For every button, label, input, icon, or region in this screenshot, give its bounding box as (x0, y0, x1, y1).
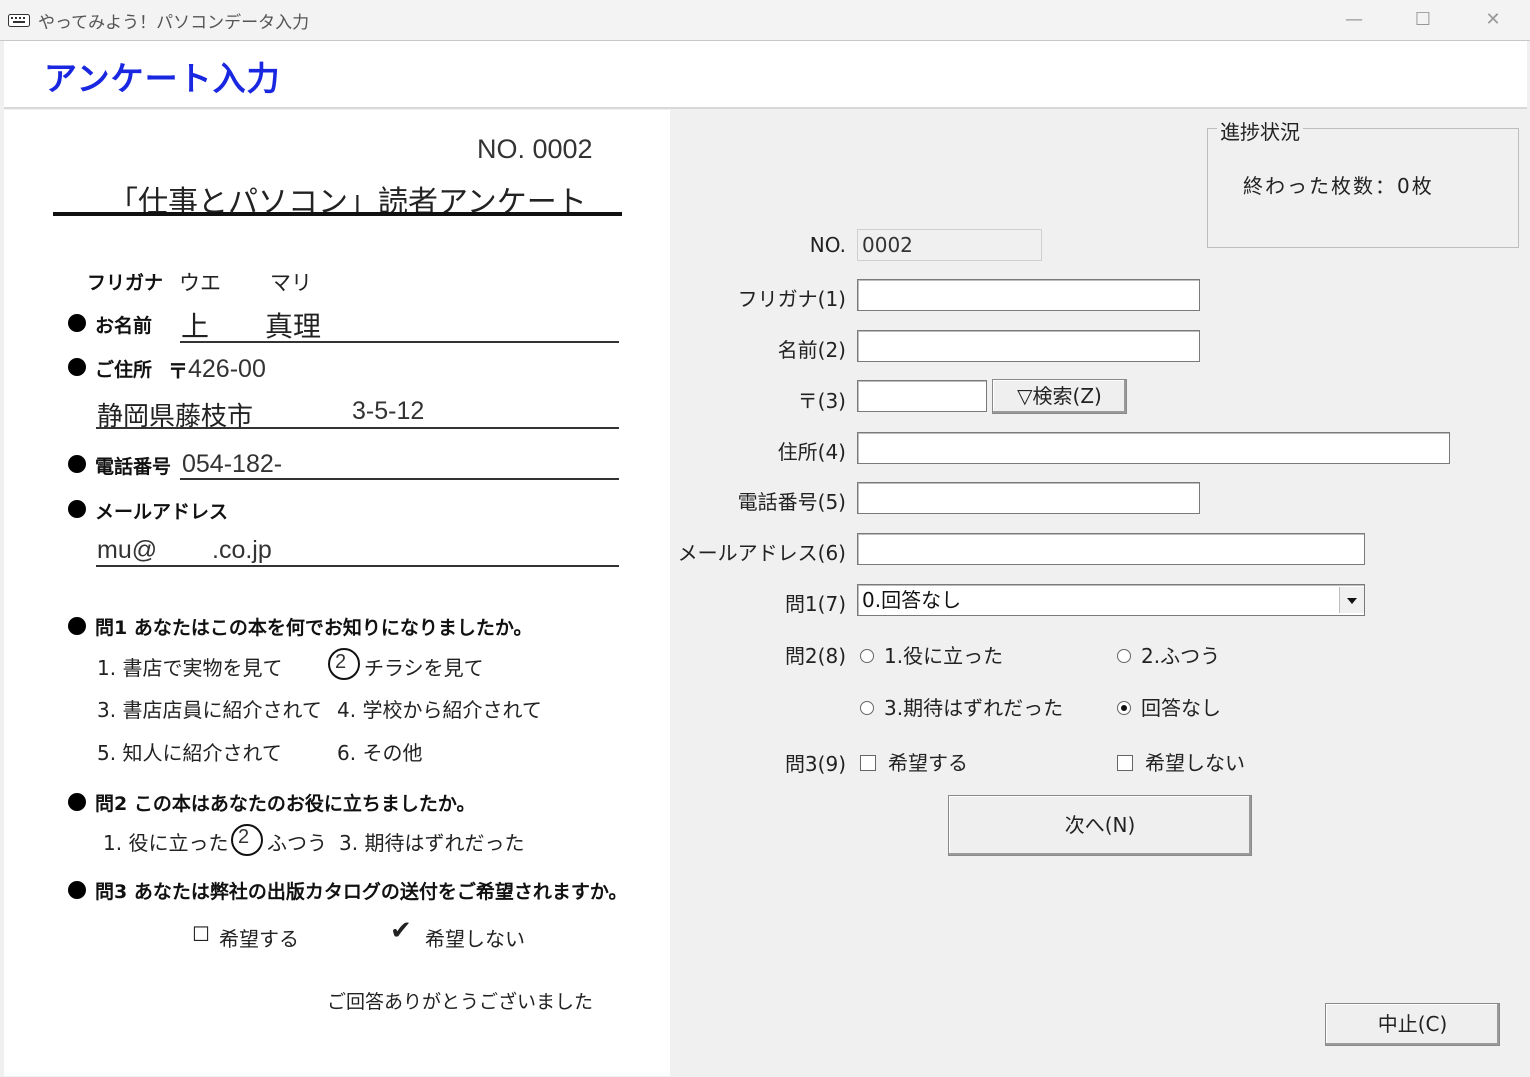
no-field: 0002 (857, 229, 1042, 261)
email-input[interactable] (857, 533, 1365, 565)
paper-email-label: メールアドレス (95, 501, 229, 523)
maximize-button[interactable]: ☐ (1403, 6, 1443, 34)
q2-option-2-label: 2.ふつう (1141, 644, 1221, 668)
paper-q2-opt2-num: 2 (238, 826, 250, 848)
paper-q2-opt1: 1. 役に立った (103, 831, 229, 855)
q3-option-not-want-label: 希望しない (1145, 751, 1245, 775)
q2-option-1[interactable]: 1.役に立った (860, 640, 1003, 669)
paper-q2-opt3: 3. 期待はずれだった (339, 831, 525, 855)
name-underline (180, 341, 619, 343)
paper-phone-label: 電話番号 (95, 456, 172, 478)
cancel-button[interactable]: 中止(C) (1325, 1003, 1500, 1046)
radio-selected-icon[interactable] (1117, 700, 1131, 715)
paper-address-rest: 3-5-12 (352, 397, 425, 425)
paper-q3: 問3 あなたは弊社の出版カタログの送付をご希望されますか。 (95, 881, 628, 903)
no-label: NO. (809, 233, 846, 257)
window-title: やってみよう！パソコンデータ入力 (38, 13, 310, 33)
paper-postal: 426-00 (188, 355, 266, 383)
paper-furigana-last: ウエ (179, 271, 221, 295)
q3-option-not-want[interactable]: 希望しない (1117, 747, 1245, 776)
progress-count: 終わった枚数：0枚 (1243, 174, 1434, 198)
q3-option-want[interactable]: 希望する (860, 747, 968, 776)
title-underline (53, 212, 622, 216)
paper-address-label: ご住所 (95, 359, 153, 381)
paper-no: NO. 0002 (477, 134, 593, 164)
postal-mark: 〒 (168, 359, 188, 383)
q2-label: 問2(8) (784, 644, 846, 668)
paper-q1: 問1 あなたはこの本を何でお知りになりましたか。 (95, 617, 533, 639)
paper-q1-opt2-num: 2 (335, 651, 347, 673)
q2-option-1-label: 1.役に立った (884, 644, 1004, 668)
q2-option-none-label: 回答なし (1141, 696, 1221, 720)
q2-option-3[interactable]: 3.期待はずれだった (860, 692, 1063, 721)
checkbox-icon[interactable] (860, 754, 876, 771)
furigana-label: フリガナ(1) (737, 287, 846, 311)
phone-label: 電話番号(5) (737, 490, 846, 514)
q1-label: 問1(7) (784, 592, 846, 616)
postal-input[interactable] (857, 380, 987, 412)
address-underline (96, 427, 619, 429)
paper-q1-opt3: 3. 書店店員に紹介されて (97, 698, 322, 722)
bullet-icon (68, 314, 86, 332)
paper-name-first: 真理 (265, 310, 322, 343)
check-icon: ✔ (390, 916, 412, 946)
email-underline (96, 565, 619, 567)
paper-furigana-label: フリガナ (87, 272, 164, 294)
paper-email-user: mu@ (97, 536, 158, 564)
box-icon: ☐ (192, 922, 210, 946)
postal-label: 〒(3) (797, 389, 846, 413)
checkbox-icon[interactable] (1117, 754, 1133, 771)
q1-select-value: 0.回答なし (862, 588, 962, 612)
paper-q2: 問2 この本はあなたのお役に立ちましたか。 (95, 793, 476, 815)
address-input[interactable] (857, 432, 1450, 464)
next-button[interactable]: 次へ(N) (948, 795, 1252, 856)
minimize-button[interactable]: — (1334, 6, 1374, 34)
phone-underline (180, 478, 619, 480)
furigana-input[interactable] (857, 279, 1200, 311)
keyboard-icon (8, 14, 30, 27)
name-input[interactable] (857, 330, 1200, 362)
form-title: アンケート入力 (44, 59, 281, 98)
chevron-down-icon[interactable] (1339, 587, 1364, 613)
address-label: 住所(4) (777, 440, 846, 464)
paper-q1-opt2: チラシを見て (364, 656, 484, 680)
paper-q1-opt6: 6. その他 (337, 741, 423, 765)
bullet-icon (68, 358, 86, 376)
paper-email-domain: .co.jp (212, 536, 272, 564)
q2-option-3-label: 3.期待はずれだった (884, 696, 1064, 720)
paper-q2-opt2: ふつう (267, 831, 327, 855)
paper-q1-opt4: 4. 学校から紹介されて (337, 698, 542, 722)
bullet-icon (68, 617, 86, 635)
q1-select[interactable]: 0.回答なし (857, 584, 1365, 616)
paper-q1-opt5: 5. 知人に紹介されて (97, 741, 282, 765)
phone-input[interactable] (857, 482, 1200, 514)
bullet-icon (68, 500, 86, 518)
q2-option-none[interactable]: 回答なし (1117, 692, 1221, 721)
radio-icon[interactable] (860, 648, 874, 663)
paper-thanks: ご回答ありがとうございました (327, 991, 594, 1013)
email-label: メールアドレス(6) (677, 541, 846, 565)
paper-phone: 054-182- (182, 450, 283, 478)
q3-label: 問3(9) (784, 752, 846, 776)
name-label: 名前(2) (777, 338, 846, 362)
q2-option-2[interactable]: 2.ふつう (1117, 640, 1220, 669)
close-button[interactable]: ✕ (1473, 6, 1513, 34)
paper-name-label: お名前 (95, 315, 153, 337)
bullet-icon (68, 793, 86, 811)
radio-icon[interactable] (860, 700, 874, 715)
bullet-icon (68, 455, 86, 473)
bullet-icon (68, 881, 86, 899)
paper-furigana-first: マリ (270, 271, 312, 295)
paper-q3-opt2: 希望しない (425, 927, 525, 951)
radio-icon[interactable] (1117, 648, 1131, 663)
paper-q1-opt1: 1. 書店で実物を見て (97, 656, 283, 680)
questionnaire-image (4, 110, 670, 1076)
address-search-button[interactable]: ▽検索(Z) (992, 379, 1127, 414)
paper-name-last: 上 (181, 310, 210, 343)
q3-option-want-label: 希望する (888, 751, 968, 775)
paper-q3-opt1: 希望する (219, 927, 299, 951)
progress-legend: 進捗状況 (1217, 116, 1303, 145)
